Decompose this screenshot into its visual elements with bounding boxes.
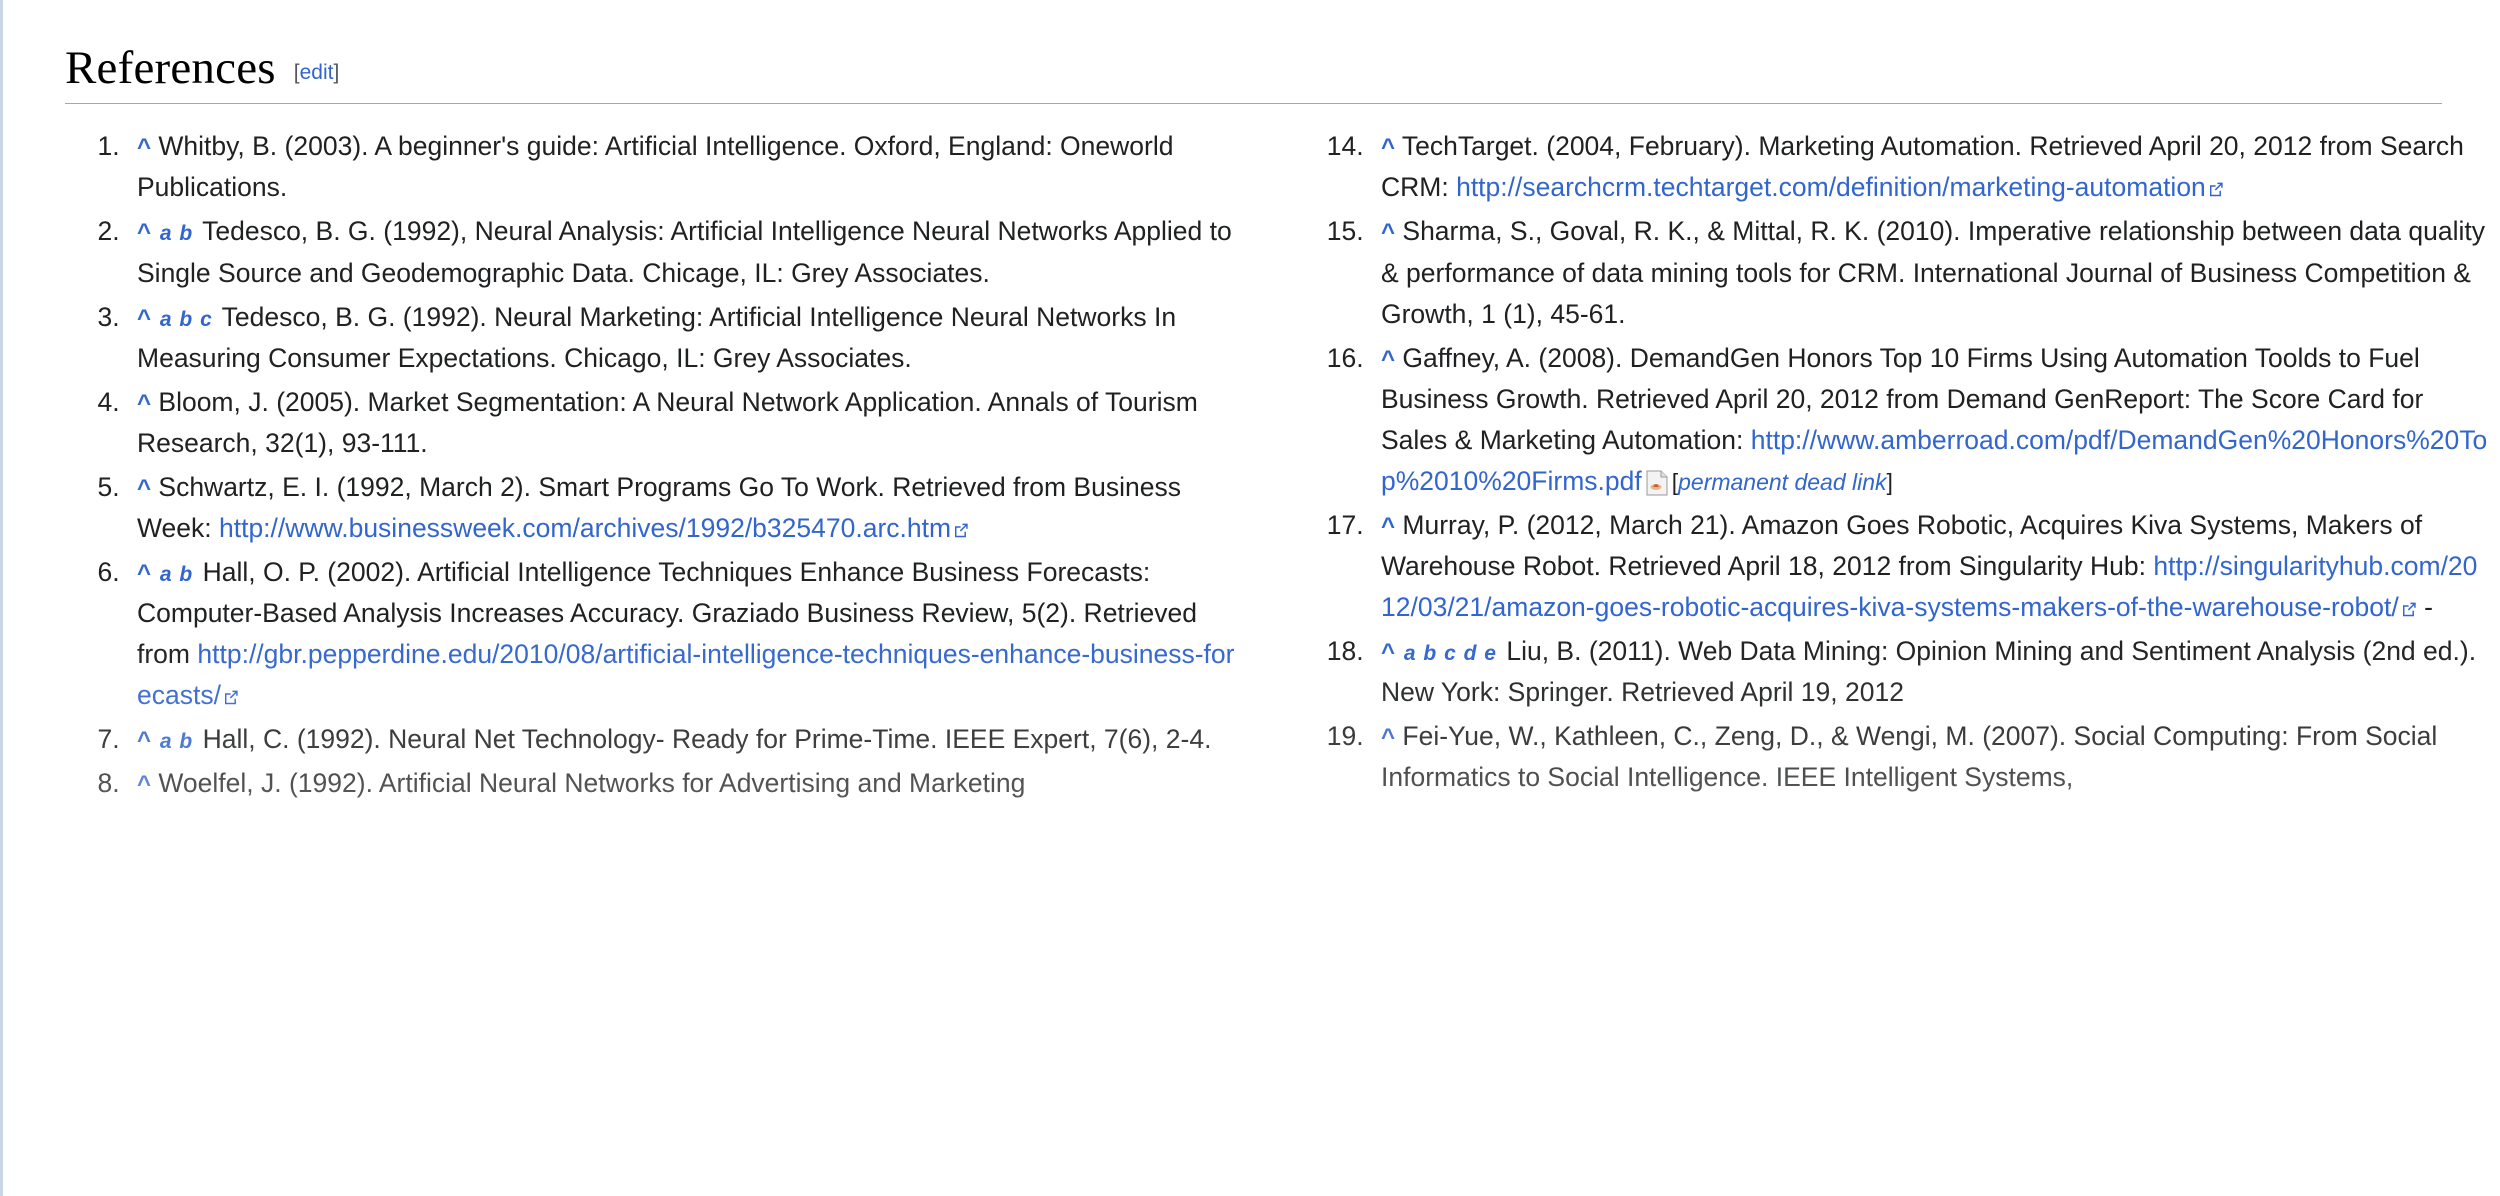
backlink-letters: a b xyxy=(153,730,193,753)
backlink-letter-a[interactable]: a xyxy=(160,222,173,245)
permanent-dead-link-note[interactable]: permanent dead link xyxy=(1678,469,1886,495)
reference-list: ^ Whitby, B. (2003). A beginner's guide:… xyxy=(65,126,2487,807)
dead-link-close-bracket: ] xyxy=(1886,468,1893,495)
backlink-letter-a[interactable]: a xyxy=(160,563,173,586)
backlink-letters: a b xyxy=(153,222,193,245)
reference-item: ^ Gaffney, A. (2008). DemandGen Honors T… xyxy=(1371,338,2489,502)
backlink-letters: a b c d e xyxy=(1397,642,1497,665)
reference-text: Hall, C. (1992). Neural Net Technology- … xyxy=(202,724,1212,755)
external-link[interactable]: http://searchcrm.techtarget.com/definiti… xyxy=(1456,172,2206,202)
external-link-icon xyxy=(2401,601,2417,617)
backlink-caret-icon[interactable]: ^ xyxy=(137,305,151,332)
reference-item: ^ Sharma, S., Goval, R. K., & Mittal, R.… xyxy=(1371,211,2489,334)
reference-text: Whitby, B. (2003). A beginner's guide: A… xyxy=(137,131,1174,203)
backlink-letter-b[interactable]: b xyxy=(179,308,193,331)
reference-item: ^ a b Tedesco, B. G. (1992), Neural Anal… xyxy=(127,211,1245,293)
reference-item: ^ a b c Tedesco, B. G. (1992). Neural Ma… xyxy=(127,297,1245,379)
backlink-caret-icon[interactable]: ^ xyxy=(1381,724,1395,751)
reference-column-right: ^ TechTarget. (2004, February). Marketin… xyxy=(1309,126,2489,801)
reference-text: Murray, P. (2012, March 21). Amazon Goes… xyxy=(1381,509,2478,623)
reference-text: Liu, B. (2011). Web Data Mining: Opinion… xyxy=(1381,636,2477,708)
reference-text: TechTarget. (2004, February). Marketing … xyxy=(1381,131,2464,203)
reference-text: Sharma, S., Goval, R. K., & Mittal, R. K… xyxy=(1381,216,2485,329)
reference-item: ^ Fei-Yue, W., Kathleen, C., Zeng, D., &… xyxy=(1371,716,2489,798)
reference-text: Tedesco, B. G. (1992), Neural Analysis: … xyxy=(137,216,1232,288)
references-page: References [edit] ^ Whitby, B. (2003). A… xyxy=(0,0,2500,1196)
backlink-letter-a[interactable]: a xyxy=(160,308,173,331)
backlink-letters: a b c xyxy=(153,308,213,331)
backlink-caret-icon[interactable]: ^ xyxy=(137,727,151,754)
edit-link[interactable]: edit xyxy=(300,61,334,84)
page-title: References xyxy=(65,42,276,94)
backlink-letters: a b xyxy=(153,563,193,586)
external-link[interactable]: http://www.businessweek.com/archives/199… xyxy=(219,513,951,543)
reference-text: Fei-Yue, W., Kathleen, C., Zeng, D., & W… xyxy=(1381,721,2438,793)
backlink-letter-a[interactable]: a xyxy=(1404,642,1417,665)
backlink-caret-icon[interactable]: ^ xyxy=(1381,346,1395,373)
backlink-caret-icon[interactable]: ^ xyxy=(1381,134,1395,161)
backlink-caret-icon[interactable]: ^ xyxy=(1381,219,1395,246)
reference-item: ^ Bloom, J. (2005). Market Segmentation:… xyxy=(127,382,1245,464)
external-link[interactable]: http://www.amberroad.com/pdf/DemandGen%2… xyxy=(1381,425,2487,496)
references-heading-row: References [edit] xyxy=(65,42,2442,105)
reference-text: Schwartz, E. I. (1992, March 2). Smart P… xyxy=(137,471,1181,543)
backlink-caret-icon[interactable]: ^ xyxy=(137,475,151,502)
reference-text: Bloom, J. (2005). Market Segmentation: A… xyxy=(137,386,1198,458)
external-link-icon xyxy=(953,522,969,538)
reference-column-left: ^ Whitby, B. (2003). A beginner's guide:… xyxy=(65,126,1245,807)
pdf-document-icon xyxy=(1645,470,1669,496)
reference-item: ^ Whitby, B. (2003). A beginner's guide:… xyxy=(127,126,1245,208)
reference-ordered-list-left: ^ Whitby, B. (2003). A beginner's guide:… xyxy=(65,126,1245,804)
reference-text: Gaffney, A. (2008). DemandGen Honors Top… xyxy=(1381,342,2488,496)
backlink-letter-c[interactable]: c xyxy=(1444,642,1457,665)
external-link-icon xyxy=(223,689,239,705)
backlink-caret-icon[interactable]: ^ xyxy=(137,134,151,161)
reference-text: Tedesco, B. G. (1992). Neural Marketing:… xyxy=(137,301,1177,373)
backlink-caret-icon[interactable]: ^ xyxy=(1381,639,1395,666)
backlink-caret-icon[interactable]: ^ xyxy=(137,771,151,798)
reference-item: ^ Schwartz, E. I. (1992, March 2). Smart… xyxy=(127,467,1245,549)
reference-item: ^ TechTarget. (2004, February). Marketin… xyxy=(1371,126,2489,208)
external-link[interactable]: http://singularityhub.com/2012/03/21/ama… xyxy=(1381,551,2477,622)
backlink-letter-d[interactable]: d xyxy=(1464,642,1478,665)
backlink-caret-icon[interactable]: ^ xyxy=(137,219,151,246)
reference-text: Woelfel, J. (1992). Artificial Neural Ne… xyxy=(158,768,1026,799)
content-area: References [edit] ^ Whitby, B. (2003). A… xyxy=(3,0,2500,807)
reference-item: ^ a b Hall, O. P. (2002). Artificial Int… xyxy=(127,552,1245,716)
edit-section-control: [edit] xyxy=(294,61,340,85)
backlink-letter-b[interactable]: b xyxy=(179,730,193,753)
backlink-letter-a[interactable]: a xyxy=(160,730,173,753)
edit-close-bracket: ] xyxy=(333,61,340,84)
backlink-caret-icon[interactable]: ^ xyxy=(137,390,151,417)
backlink-letter-b[interactable]: b xyxy=(1423,642,1437,665)
external-link[interactable]: http://gbr.pepperdine.edu/2010/08/artifi… xyxy=(137,639,1235,710)
backlink-caret-icon[interactable]: ^ xyxy=(137,560,151,587)
backlink-letter-b[interactable]: b xyxy=(179,222,193,245)
external-link-icon xyxy=(2208,181,2224,197)
backlink-letter-b[interactable]: b xyxy=(179,563,193,586)
backlink-letter-e[interactable]: e xyxy=(1484,642,1497,665)
reference-item: ^ Woelfel, J. (1992). Artificial Neural … xyxy=(127,763,1245,804)
reference-item: ^ a b Hall, C. (1992). Neural Net Techno… xyxy=(127,719,1245,760)
backlink-caret-icon[interactable]: ^ xyxy=(1381,513,1395,540)
reference-text: Hall, O. P. (2002). Artificial Intellige… xyxy=(137,556,1235,711)
backlink-letter-c[interactable]: c xyxy=(200,308,213,331)
reference-item: ^ Murray, P. (2012, March 21). Amazon Go… xyxy=(1371,505,2489,628)
reference-ordered-list-right: ^ TechTarget. (2004, February). Marketin… xyxy=(1309,126,2489,798)
reference-item: ^ a b c d e Liu, B. (2011). Web Data Min… xyxy=(1371,631,2489,713)
